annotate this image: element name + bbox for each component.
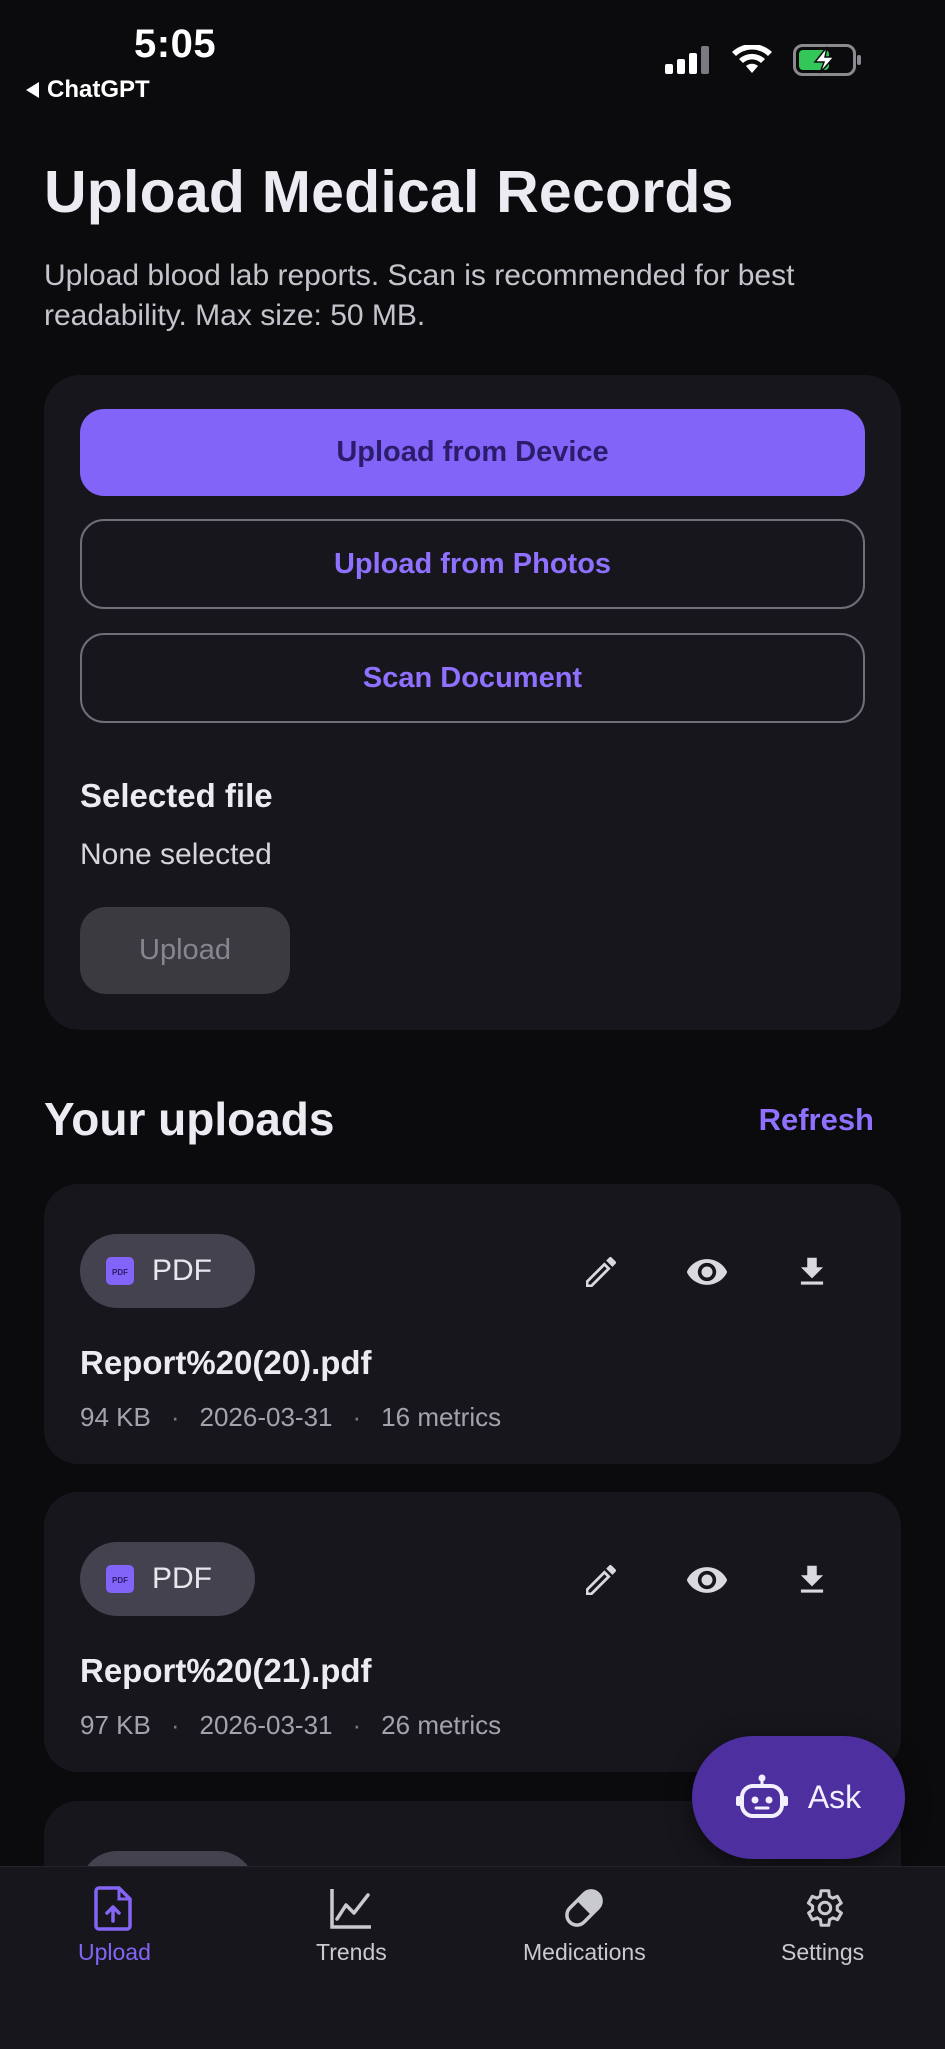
tab-trends-label: Trends bbox=[316, 1939, 387, 1965]
status-icons bbox=[665, 44, 863, 76]
refresh-button[interactable]: Refresh bbox=[759, 1102, 874, 1138]
file-type-badge: PDF PDF bbox=[80, 1542, 255, 1616]
file-meta: 94 KB · 2026-03-31 · 16 metrics bbox=[80, 1402, 502, 1432]
upload-from-photos-button[interactable]: Upload from Photos bbox=[80, 519, 865, 609]
upload-from-device-button[interactable]: Upload from Device bbox=[80, 409, 865, 496]
eye-icon bbox=[686, 1567, 728, 1593]
status-bar: 5:05 ChatGPT bbox=[0, 0, 945, 110]
file-date: 2026-03-31 bbox=[199, 1710, 333, 1740]
gear-icon bbox=[806, 1889, 843, 1927]
rename-button[interactable] bbox=[571, 1550, 631, 1610]
upload-card: Upload from Device Upload from Photos Sc… bbox=[44, 375, 901, 1030]
battery-charging-icon bbox=[793, 44, 861, 76]
download-icon bbox=[800, 1257, 824, 1285]
back-to-app-link[interactable]: ChatGPT bbox=[26, 76, 150, 104]
back-app-label: ChatGPT bbox=[47, 76, 150, 103]
file-name: Report%20(20).pdf bbox=[80, 1344, 372, 1381]
file-metrics: 26 metrics bbox=[381, 1710, 502, 1740]
chart-line-icon bbox=[330, 1889, 372, 1929]
tab-settings[interactable]: Settings bbox=[781, 1885, 864, 1966]
pill-icon bbox=[565, 1889, 604, 1927]
file-size: 97 KB bbox=[80, 1710, 151, 1740]
file-card[interactable]: PDF PDF Report%20(20).pdf 94 KB · 2026-0… bbox=[44, 1184, 901, 1464]
file-metrics: 16 metrics bbox=[381, 1402, 502, 1432]
ask-label: Ask bbox=[807, 1779, 862, 1815]
page-subtitle: Upload blood lab reports. Scan is recomm… bbox=[44, 259, 795, 332]
ask-assistant-button[interactable]: Ask bbox=[692, 1736, 905, 1859]
download-button[interactable] bbox=[782, 1550, 842, 1610]
download-button[interactable] bbox=[782, 1242, 842, 1302]
tab-upload-label: Upload bbox=[78, 1939, 151, 1965]
tab-settings-label: Settings bbox=[781, 1939, 865, 1965]
file-card[interactable]: PDF PDF Report%20(21).pdf 97 KB · 2026-0… bbox=[44, 1492, 901, 1772]
wifi-icon bbox=[732, 45, 772, 73]
rename-button[interactable] bbox=[571, 1242, 631, 1302]
pdf-file-icon: PDF bbox=[106, 1257, 134, 1285]
tab-medications-label: Medications bbox=[523, 1939, 646, 1965]
file-date: 2026-03-31 bbox=[199, 1402, 333, 1432]
tab-trends[interactable]: Trends bbox=[316, 1885, 387, 1966]
selected-file-label: Selected file bbox=[80, 777, 273, 814]
scan-document-button[interactable]: Scan Document bbox=[80, 633, 865, 723]
status-time: 5:05 bbox=[134, 22, 217, 66]
svg-text:PDF: PDF bbox=[112, 1268, 128, 1277]
tab-bar: Upload Trends Medications Settings bbox=[0, 1866, 945, 2049]
download-icon bbox=[800, 1565, 824, 1593]
file-size: 94 KB bbox=[80, 1402, 151, 1432]
page-title: Upload Medical Records bbox=[44, 159, 734, 225]
cellular-signal-icon bbox=[665, 46, 709, 74]
upload-button[interactable]: Upload bbox=[80, 907, 290, 994]
pdf-file-icon: PDF bbox=[106, 1565, 134, 1593]
robot-icon bbox=[735, 1774, 788, 1818]
pencil-icon bbox=[586, 1257, 616, 1287]
file-meta: 97 KB · 2026-03-31 · 26 metrics bbox=[80, 1710, 502, 1740]
eye-icon bbox=[686, 1259, 728, 1285]
tab-medications[interactable]: Medications bbox=[523, 1885, 646, 1966]
tab-upload[interactable]: Upload bbox=[78, 1885, 151, 1966]
view-button[interactable] bbox=[677, 1242, 737, 1302]
file-type-badge: PDF PDF bbox=[80, 1234, 255, 1308]
uploads-section-title: Your uploads bbox=[44, 1093, 335, 1145]
upload-file-icon bbox=[94, 1886, 133, 1931]
selected-file-value: None selected bbox=[80, 838, 272, 871]
file-type-label: PDF bbox=[152, 1562, 212, 1595]
file-name: Report%20(21).pdf bbox=[80, 1652, 372, 1689]
svg-text:PDF: PDF bbox=[112, 1576, 128, 1585]
back-arrow-icon bbox=[26, 82, 39, 98]
pencil-icon bbox=[586, 1565, 616, 1595]
view-button[interactable] bbox=[677, 1550, 737, 1610]
file-type-label: PDF bbox=[152, 1254, 212, 1287]
